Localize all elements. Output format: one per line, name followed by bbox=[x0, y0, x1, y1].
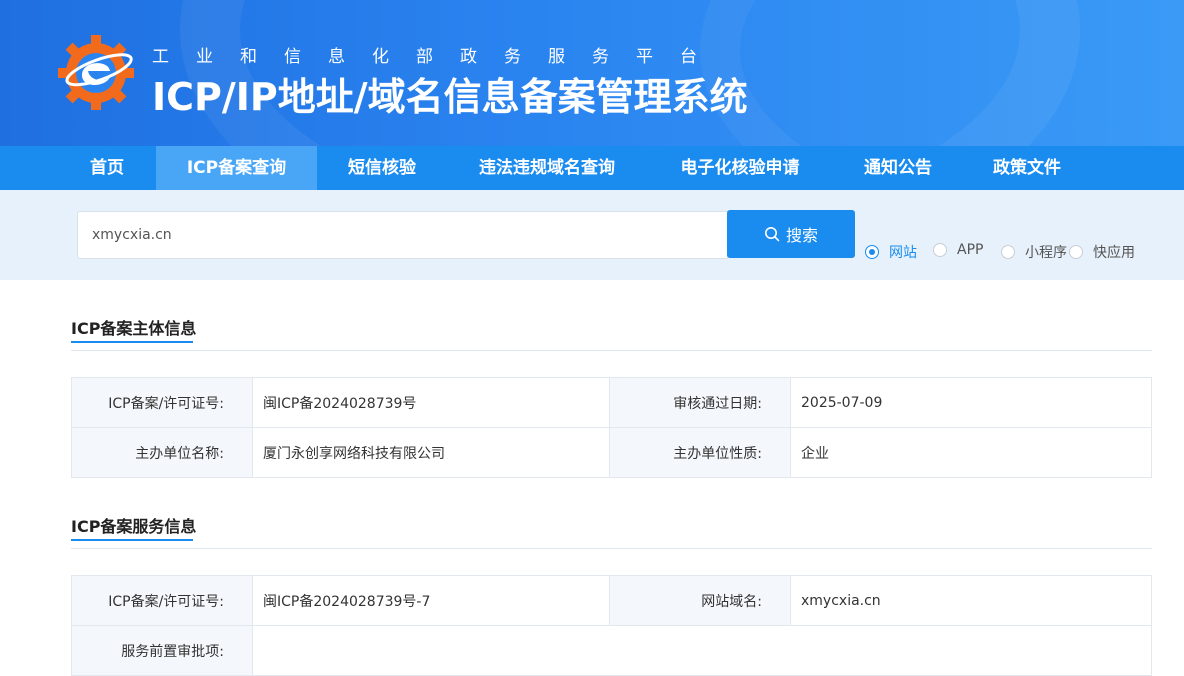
nav-item-icp-query[interactable]: ICP备案查询 bbox=[156, 146, 317, 190]
subject-info-table: ICP备案/许可证号: 闽ICP备2024028739号 审核通过日期: 202… bbox=[71, 377, 1152, 478]
field-value: 闽ICP备2024028739号 bbox=[252, 377, 610, 428]
field-label: 服务前置审批项: bbox=[71, 625, 253, 676]
field-value: 厦门永创享网络科技有限公司 bbox=[252, 427, 610, 478]
search-area: 搜索 网站 APP 小程序 快应用 bbox=[0, 190, 1184, 280]
field-value: 闽ICP备2024028739号-7 bbox=[252, 575, 610, 626]
main-nav: 首页 ICP备案查询 短信核验 违法违规域名查询 电子化核验申请 通知公告 政策… bbox=[0, 146, 1184, 190]
search-button-label: 搜索 bbox=[785, 228, 818, 245]
search-type-label: 快应用 bbox=[1093, 245, 1135, 261]
table-row: ICP备案/许可证号: 闽ICP备2024028739号-7 网站域名: xmy… bbox=[71, 575, 1152, 626]
search-input[interactable] bbox=[77, 211, 728, 259]
field-value: xmycxia.cn bbox=[790, 575, 1152, 626]
field-label: 主办单位名称: bbox=[71, 427, 253, 478]
section-divider bbox=[71, 548, 1152, 549]
field-value: 2025-07-09 bbox=[790, 377, 1152, 428]
nav-item-home[interactable]: 首页 bbox=[58, 146, 156, 190]
section-title-underline bbox=[71, 341, 193, 343]
search-type-label: 网站 bbox=[889, 245, 917, 261]
nav-item-policy-docs[interactable]: 政策文件 bbox=[978, 146, 1076, 190]
service-info-table: ICP备案/许可证号: 闽ICP备2024028739号-7 网站域名: xmy… bbox=[71, 575, 1152, 676]
search-type-app[interactable]: APP bbox=[933, 242, 983, 258]
field-label: 审核通过日期: bbox=[609, 377, 791, 428]
miit-logo-icon bbox=[58, 35, 134, 110]
search-type-label: APP bbox=[957, 242, 984, 258]
radio-icon bbox=[1069, 245, 1083, 259]
site-header: 工业和信息化部政务服务平台 ICP/IP地址/域名信息备案管理系统 bbox=[0, 0, 1184, 146]
nav-item-illegal-domain-query[interactable]: 违法违规域名查询 bbox=[462, 146, 632, 190]
radio-icon bbox=[1001, 245, 1015, 259]
nav-item-sms-verify[interactable]: 短信核验 bbox=[332, 146, 432, 190]
field-value bbox=[252, 625, 1152, 676]
search-type-quick-app[interactable]: 快应用 bbox=[1069, 242, 1135, 262]
subject-section-title: ICP备案主体信息 bbox=[71, 319, 197, 338]
section-divider bbox=[71, 350, 1152, 351]
platform-subtitle: 工业和信息化部政务服务平台 bbox=[152, 47, 724, 67]
field-value: 企业 bbox=[790, 427, 1152, 478]
field-label: 网站域名: bbox=[609, 575, 791, 626]
nav-item-e-verify-apply[interactable]: 电子化核验申请 bbox=[662, 146, 818, 190]
nav-item-notices[interactable]: 通知公告 bbox=[848, 146, 948, 190]
header-decoration bbox=[700, 0, 1184, 146]
system-title: ICP/IP地址/域名信息备案管理系统 bbox=[152, 75, 748, 119]
field-label: ICP备案/许可证号: bbox=[71, 377, 253, 428]
table-row: 主办单位名称: 厦门永创享网络科技有限公司 主办单位性质: 企业 bbox=[71, 427, 1152, 478]
radio-icon bbox=[865, 245, 879, 259]
search-button[interactable]: 搜索 bbox=[727, 210, 855, 258]
service-section-title: ICP备案服务信息 bbox=[71, 517, 197, 536]
field-label: ICP备案/许可证号: bbox=[71, 575, 253, 626]
section-title-underline bbox=[71, 539, 193, 541]
field-label: 主办单位性质: bbox=[609, 427, 791, 478]
search-type-label: 小程序 bbox=[1025, 245, 1067, 261]
table-row: 服务前置审批项: bbox=[71, 625, 1152, 676]
radio-icon bbox=[933, 243, 947, 257]
table-row: ICP备案/许可证号: 闽ICP备2024028739号 审核通过日期: 202… bbox=[71, 377, 1152, 428]
search-type-website[interactable]: 网站 bbox=[865, 242, 917, 262]
search-type-mini-program[interactable]: 小程序 bbox=[1001, 242, 1067, 262]
search-icon bbox=[764, 227, 780, 242]
